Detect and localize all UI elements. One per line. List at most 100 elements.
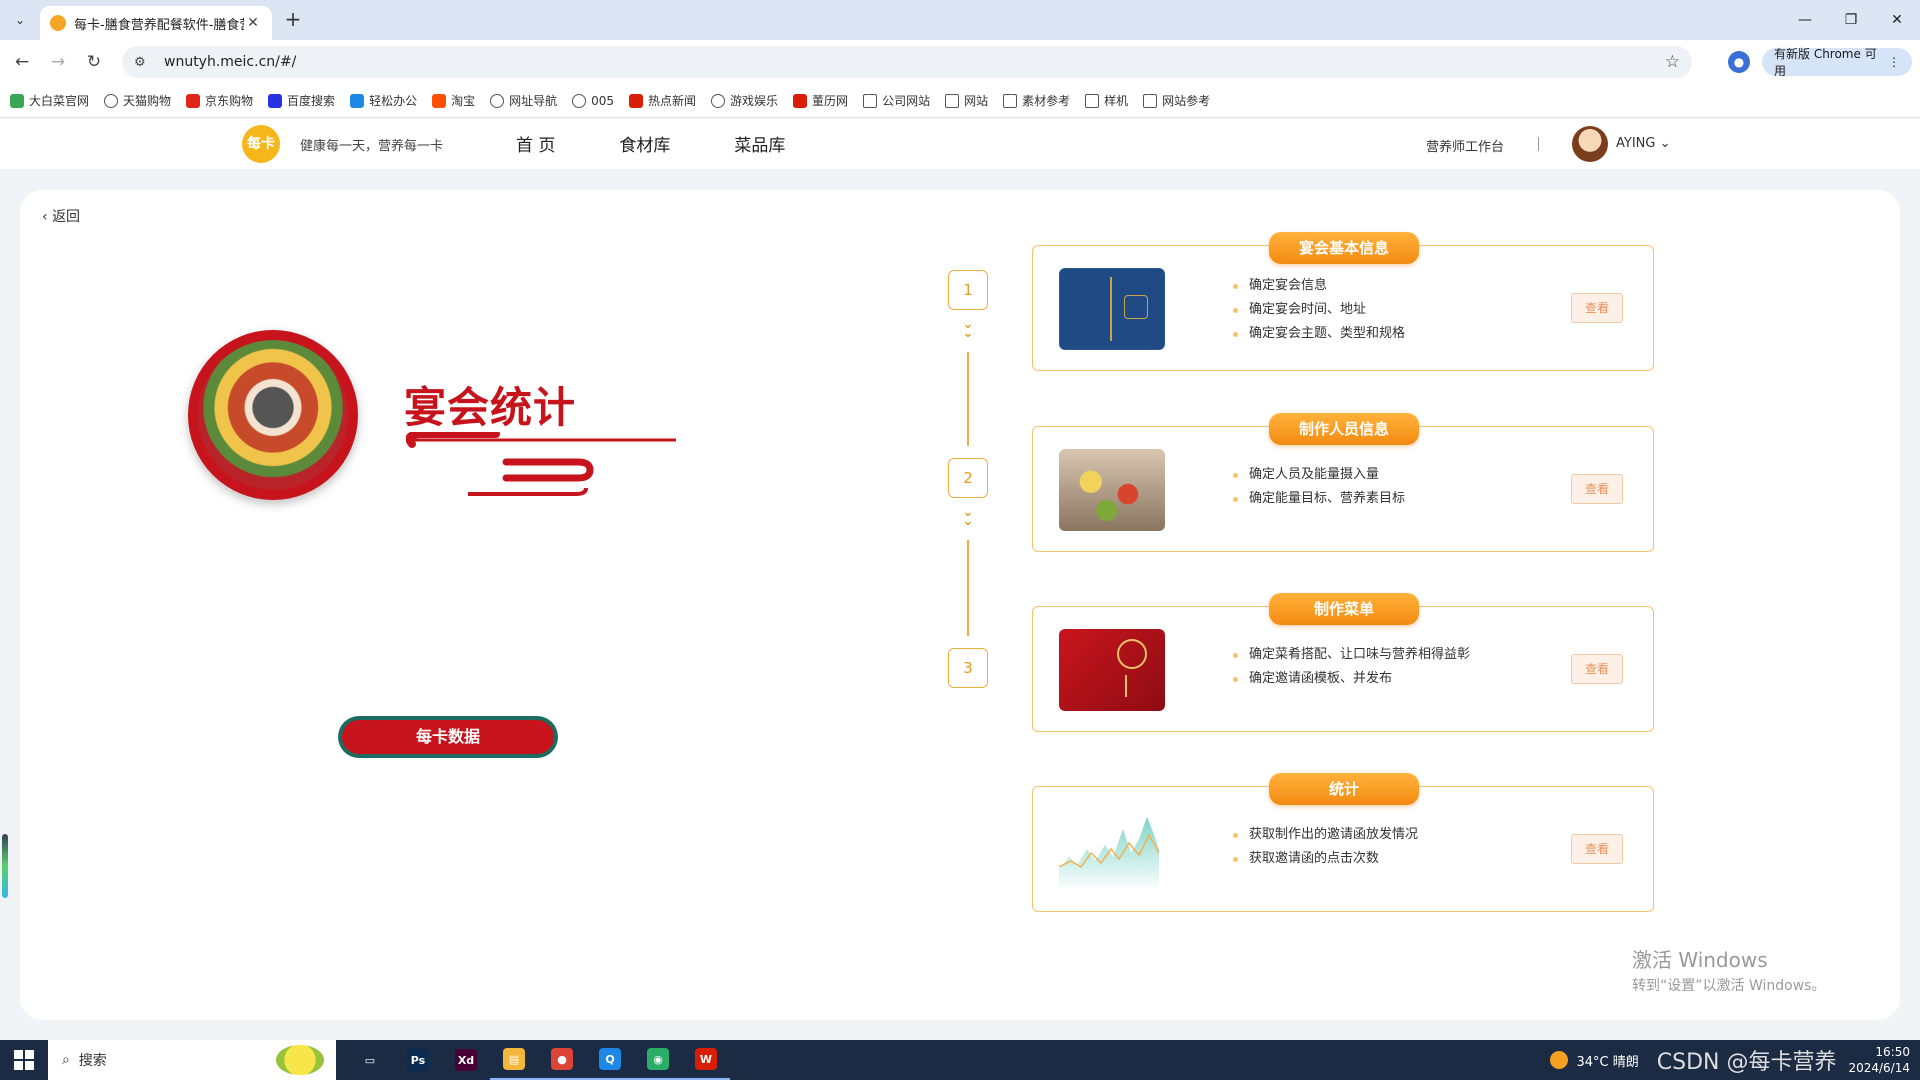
chevron-left-icon: ‹ <box>42 209 53 225</box>
windows-start-icon[interactable] <box>14 1050 34 1070</box>
step-number-1: 1 <box>948 270 988 310</box>
chrome-update-button[interactable]: 有新版 Chrome 可用 ⋮ <box>1762 47 1912 78</box>
taskbar-app-glyph: Q <box>599 1048 621 1070</box>
user-avatar[interactable] <box>1572 126 1608 162</box>
globe-icon <box>572 93 587 108</box>
nav-home[interactable]: 首 页 <box>516 131 555 156</box>
wps-icon[interactable]: W <box>682 1040 730 1080</box>
main-content-card: ‹ 返回 宴会统计 每卡数据 1 ⌄ ⌄ 2 ⌄ ⌄ 3 宴会基本信息 确定宴会信息… <box>20 190 1900 1020</box>
clock-time: 16:50 <box>1875 1045 1910 1059</box>
bookmark-item[interactable]: 热点新闻 <box>629 92 696 109</box>
bookmark-item[interactable]: 素材参考 <box>1003 92 1070 109</box>
nav-dishes[interactable]: 菜品库 <box>734 131 785 156</box>
view-button[interactable]: 查看 <box>1571 834 1623 864</box>
taskbar-app-glyph: ● <box>551 1048 573 1070</box>
cloud-ribbon-decoration <box>406 432 676 496</box>
chevron-double-down-icon: ⌄ ⌄ <box>962 505 974 529</box>
weather-text[interactable]: 34°C 晴朗 <box>1576 1051 1638 1070</box>
chevron-double-down-icon: ⌄ ⌄ <box>962 317 974 341</box>
user-menu[interactable]: AYING ⌄ <box>1616 136 1671 151</box>
bookmark-item[interactable]: 游戏娱乐 <box>711 92 778 109</box>
username-label: AYING <box>1616 136 1656 151</box>
bookmark-label: 游戏娱乐 <box>730 94 779 108</box>
bookmark-item[interactable]: 天猫购物 <box>104 92 171 109</box>
restore-icon[interactable]: ❐ <box>1828 0 1874 40</box>
update-label: 有新版 Chrome 可用 <box>1774 47 1877 78</box>
back-link[interactable]: ‹ 返回 <box>42 206 80 226</box>
view-button[interactable]: 查看 <box>1571 474 1623 504</box>
chrome-icon[interactable]: ● <box>538 1040 586 1080</box>
card-title: 统计 <box>1269 773 1419 805</box>
bookmark-item[interactable]: 公司网站 <box>863 92 930 109</box>
bullet-item: 确定人员及能量摄入量 <box>1233 463 1405 487</box>
bookmark-item[interactable]: 淘宝 <box>432 92 475 109</box>
bookmark-item[interactable]: 网站 <box>945 92 988 109</box>
csdn-watermark: CSDN @每卡营养 <box>1656 1050 1837 1075</box>
taskbar-search-box[interactable]: ⌕ 搜索 <box>48 1040 336 1080</box>
wechat-icon[interactable]: ◉ <box>634 1040 682 1080</box>
nutritionist-workbench-link[interactable]: 营养师工作台 <box>1426 136 1504 155</box>
search-app-icon[interactable]: Q <box>586 1040 634 1080</box>
tab-close-icon[interactable]: ✕ <box>244 15 262 31</box>
bookmark-label: 京东购物 <box>205 94 254 108</box>
browser-tab-bar: ⌄ 每卡-膳食营养配餐软件-膳食营养 ✕ + — ❐ ✕ <box>0 0 1920 40</box>
bookmark-label: 样机 <box>1104 94 1129 108</box>
bookmark-item[interactable]: 网站参考 <box>1143 92 1210 109</box>
watermark-line-2: 转到“设置”以激活 Windows。 <box>1632 978 1826 994</box>
bullet-item: 确定宴会主题、类型和规格 <box>1233 322 1405 346</box>
clock[interactable]: 16:50 2024/6/14 <box>1848 1044 1910 1076</box>
side-gradient-handle[interactable] <box>2 834 8 898</box>
view-button[interactable]: 查看 <box>1571 293 1623 323</box>
paw-icon <box>268 93 283 108</box>
bullet-item: 确定宴会时间、地址 <box>1233 298 1405 322</box>
card-title: 宴会基本信息 <box>1269 232 1419 264</box>
xd-icon[interactable]: Xd <box>442 1040 490 1080</box>
brand-logo[interactable]: 每卡 <box>242 125 280 163</box>
taskbar-apps: ▭ Ps Xd ▤ ● Q ◉ W <box>346 1040 730 1080</box>
bookmark-item[interactable]: 轻松办公 <box>350 92 417 109</box>
bookmark-item[interactable]: 样机 <box>1085 92 1128 109</box>
close-window-icon[interactable]: ✕ <box>1874 0 1920 40</box>
globe-icon <box>490 93 505 108</box>
new-tab-button[interactable]: + <box>282 9 304 31</box>
folder-icon <box>945 93 960 108</box>
taobao-icon <box>432 93 447 108</box>
file-explorer-icon[interactable]: ▤ <box>490 1040 538 1080</box>
url-text[interactable]: wnutyh.meic.cn/#/ <box>164 54 296 70</box>
bookmark-item[interactable]: 网址导航 <box>490 92 557 109</box>
forward-arrow-icon[interactable]: → <box>46 50 70 74</box>
bookmark-item[interactable]: 005 <box>572 93 614 108</box>
bookmark-item[interactable]: 百度搜索 <box>268 92 335 109</box>
taskbar-app-glyph: ▭ <box>359 1049 381 1071</box>
meika-data-badge[interactable]: 每卡数据 <box>338 712 558 762</box>
task-view-icon[interactable]: ▭ <box>346 1040 394 1080</box>
bookmark-item[interactable]: 大白菜官网 <box>10 92 89 109</box>
photoshop-icon[interactable]: Ps <box>394 1040 442 1080</box>
more-menu-icon[interactable]: ⋮ <box>1888 55 1900 69</box>
profile-icon[interactable]: ● <box>1728 51 1750 73</box>
folder-icon <box>1085 93 1100 108</box>
back-arrow-icon[interactable]: ← <box>10 50 34 74</box>
folder-icon <box>1143 93 1158 108</box>
bookmark-item[interactable]: 董历网 <box>793 92 848 109</box>
card-bullets: 确定人员及能量摄入量 确定能量目标、营养素目标 <box>1233 463 1405 511</box>
minimize-icon[interactable]: — <box>1782 0 1828 40</box>
bookmark-item[interactable]: 京东购物 <box>186 92 253 109</box>
bullet-item: 获取制作出的邀请函放发情况 <box>1233 823 1418 847</box>
globe-icon <box>104 93 119 108</box>
back-label: 返回 <box>52 209 81 225</box>
lemon-highlight-icon <box>276 1045 324 1075</box>
window-controls: — ❐ ✕ <box>1782 0 1920 40</box>
calendar-icon <box>793 93 808 108</box>
view-button[interactable]: 查看 <box>1571 654 1623 684</box>
nav-ingredients[interactable]: 食材库 <box>619 131 670 156</box>
reload-icon[interactable]: ↻ <box>82 50 106 74</box>
bookmark-label: 网站参考 <box>1162 94 1211 108</box>
browser-tab-active[interactable]: 每卡-膳食营养配餐软件-膳食营养 ✕ <box>40 6 272 40</box>
site-settings-icon[interactable]: ⚙ <box>134 55 152 70</box>
tab-search-dropdown-icon[interactable]: ⌄ <box>8 8 32 32</box>
bookmark-star-icon[interactable]: ☆ <box>1665 52 1680 72</box>
card-title: 制作人员信息 <box>1269 413 1419 445</box>
address-bar[interactable]: ⚙ wnutyh.meic.cn/#/ ☆ <box>122 46 1692 78</box>
bullet-item: 确定能量目标、营养素目标 <box>1233 487 1405 511</box>
